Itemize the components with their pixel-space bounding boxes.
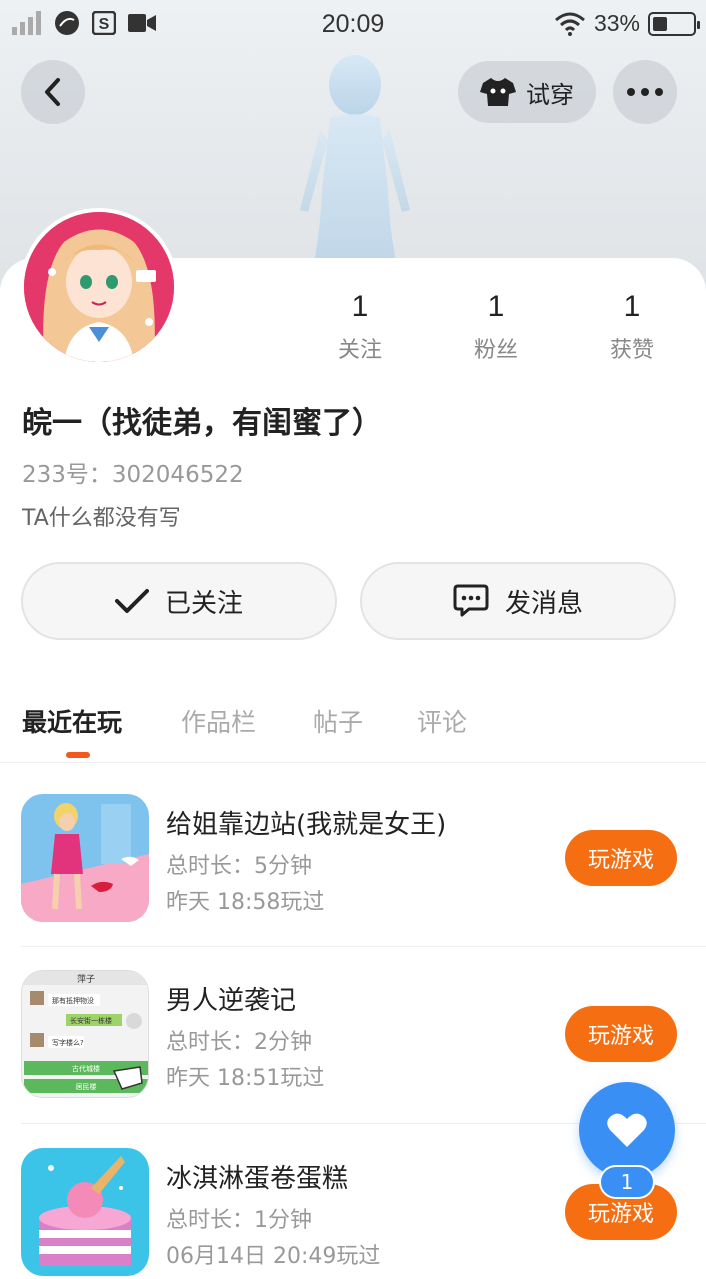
game2-title: 萍子 <box>77 974 95 985</box>
profile-uid: 233号：302046522 <box>22 462 244 488</box>
tshirt-icon <box>480 78 516 106</box>
game-name: 男人逆袭记 <box>166 986 297 1016</box>
stat-followers[interactable]: 1 粉丝 <box>436 290 556 364</box>
game-last-played: 昨天 18:58玩过 <box>166 890 325 915</box>
game-last-played: 06月14日 20:49玩过 <box>166 1244 381 1269</box>
play-game-button[interactable]: 玩游戏 <box>565 830 677 886</box>
stat-value: 1 <box>487 290 505 323</box>
list-item[interactable]: 给姐靠边站(我就是女王) 总时长：5分钟 昨天 18:58玩过 玩游戏 <box>0 794 706 970</box>
battery-icon <box>648 11 700 36</box>
send-message-label: 发消息 <box>504 588 583 619</box>
list-divider <box>21 946 706 947</box>
game2-chat3: 写字楼么? <box>52 1038 84 1047</box>
tab-posts[interactable]: 帖子 <box>313 703 363 739</box>
more-dots-icon <box>627 88 663 96</box>
stat-likes[interactable]: 1 获赞 <box>572 290 692 364</box>
game-name: 给姐靠边站(我就是女王) <box>166 810 447 840</box>
stat-label: 关注 <box>337 338 382 363</box>
followed-button[interactable]: 已关注 <box>21 562 337 640</box>
game2-chat2: 长安街一栋楼 <box>70 1016 112 1025</box>
check-icon <box>114 589 149 613</box>
chat-bubble-icon <box>453 584 489 617</box>
try-on-label: 试穿 <box>526 80 574 109</box>
followed-label: 已关注 <box>164 588 243 619</box>
play-game-button[interactable]: 玩游戏 <box>565 1006 677 1062</box>
wifi-icon <box>554 12 585 36</box>
status-bar: S 20:09 33% <box>0 0 706 50</box>
stat-value: 1 <box>351 290 369 323</box>
game2-option2: 居民楼 <box>76 1082 97 1091</box>
like-button[interactable] <box>579 1082 675 1178</box>
game-icon <box>21 1148 149 1276</box>
battery-percent: 33% <box>593 10 640 36</box>
send-message-button[interactable]: 发消息 <box>360 562 676 640</box>
avatar-figure-image <box>300 55 410 280</box>
profile-stats: 1 关注 1 粉丝 1 获赞 <box>0 290 706 370</box>
game2-chat1: 那有抵押物没 <box>52 996 94 1005</box>
like-count-badge: 1 <box>599 1165 655 1199</box>
chevron-left-icon <box>45 78 60 106</box>
stat-label: 获赞 <box>609 338 654 363</box>
stat-following[interactable]: 1 关注 <box>300 290 420 364</box>
profile-bio: TA什么都没有写 <box>22 506 181 531</box>
profile-tabs: 最近在玩 作品栏 帖子 评论 <box>0 695 706 763</box>
tab-recently-played[interactable]: 最近在玩 <box>22 703 122 739</box>
stat-label: 粉丝 <box>473 338 518 363</box>
game-duration: 总时长：2分钟 <box>166 1030 312 1055</box>
heart-icon <box>607 1113 647 1147</box>
profile-nickname: 皖一（找徒弟，有闺蜜了） <box>22 406 382 441</box>
tab-works[interactable]: 作品栏 <box>181 703 256 739</box>
tab-active-indicator <box>66 752 90 758</box>
game-name: 冰淇淋蛋卷蛋糕 <box>166 1164 349 1194</box>
more-button[interactable] <box>613 60 677 124</box>
tab-comments[interactable]: 评论 <box>417 703 467 739</box>
game-icon <box>21 794 149 922</box>
back-button[interactable] <box>21 60 85 124</box>
game-icon: 萍子 那有抵押物没 长安街一栋楼 写字楼么? 古代城楼 居民楼 <box>21 970 149 1098</box>
game-last-played: 昨天 18:51玩过 <box>166 1066 325 1091</box>
stat-value: 1 <box>623 290 641 323</box>
game-duration: 总时长：1分钟 <box>166 1208 312 1233</box>
game-duration: 总时长：5分钟 <box>166 854 312 879</box>
game2-option1: 古代城楼 <box>72 1064 100 1073</box>
try-on-button[interactable]: 试穿 <box>458 61 596 123</box>
